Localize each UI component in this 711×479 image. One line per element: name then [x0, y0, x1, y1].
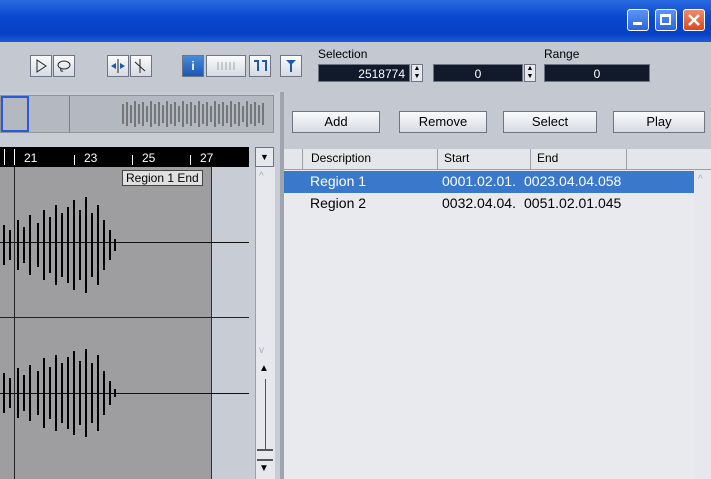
region-start: 0032.04.04.: [442, 195, 516, 211]
waveform-display[interactable]: Region 1 End: [0, 167, 249, 479]
marker-pin-icon: [286, 60, 296, 72]
overview-view-box[interactable]: [1, 96, 29, 132]
column-separator: [626, 149, 627, 169]
ruler-tick-label: 21: [24, 151, 38, 165]
scroll-up-arrow-icon[interactable]: ^: [698, 174, 703, 185]
loop-tool-button[interactable]: [53, 55, 75, 77]
column-separator: [302, 149, 303, 169]
region-description: Region 1: [310, 173, 367, 189]
scroll-down-arrow-icon[interactable]: v: [259, 345, 264, 356]
selection-field[interactable]: 2518774: [318, 64, 410, 82]
waveform-vertical-scrollbar[interactable]: ^ v ▲ ▼: [255, 167, 275, 479]
region-end: 0051.02.01.045: [524, 195, 622, 211]
column-header-start[interactable]: Start: [444, 151, 469, 165]
brackets-tool-button[interactable]: [249, 55, 271, 77]
list-item[interactable]: Region 1 0001.02.01. 0023.04.04.058: [284, 171, 694, 193]
region-end: 0023.04.04.058: [524, 173, 622, 189]
ruler-tick-line: [190, 155, 191, 165]
selection-label: Selection: [318, 47, 368, 61]
close-icon: [688, 14, 700, 26]
column-header-description[interactable]: Description: [311, 151, 371, 165]
overview-waveform: [122, 101, 264, 127]
maximize-icon: [660, 14, 671, 25]
list-header: Description Start End: [284, 149, 711, 170]
minimize-icon: [633, 22, 642, 25]
column-separator: [530, 149, 531, 169]
play-triangle-icon: [36, 59, 47, 73]
ruler-tick-label: 25: [142, 151, 156, 165]
ruler-dropdown-button[interactable]: ▼: [255, 147, 274, 167]
range-field[interactable]: 0: [544, 64, 650, 82]
chevron-down-icon: ▼: [260, 152, 269, 162]
ruler-tick-line: [4, 149, 5, 165]
title-bar: [0, 0, 711, 42]
marker-tool-button[interactable]: [280, 55, 302, 77]
overview-cursor: [69, 96, 70, 132]
minimize-button[interactable]: [627, 9, 649, 31]
region-end-line: [211, 167, 212, 479]
toolbar: i Selection 2518774 ▲ ▼ 0 ▲ ▼ Range 0: [0, 42, 711, 93]
play-button[interactable]: Play: [613, 111, 705, 133]
region-start: 0001.02.01.: [442, 173, 516, 189]
close-button[interactable]: [683, 9, 705, 31]
region-list-pane: Add Remove Select Play Description Start…: [284, 92, 711, 479]
list-item[interactable]: Region 2 0032.04.04. 0051.02.01.045: [284, 193, 694, 215]
zoom-slider-up-icon[interactable]: ▲: [259, 363, 269, 374]
overview-strip[interactable]: [0, 95, 274, 133]
waveform-channel-1: [3, 197, 116, 293]
info-button[interactable]: i: [182, 55, 204, 77]
brackets-icon: [254, 60, 267, 71]
zoom-slider-thumb[interactable]: [257, 449, 273, 461]
timeline-ruler[interactable]: 21 23 25 27: [0, 147, 249, 167]
lasso-icon: [57, 60, 71, 72]
split-tool-button[interactable]: [107, 55, 129, 77]
waveform-channel-2: [3, 349, 116, 437]
select-button[interactable]: Select: [503, 111, 597, 133]
maximize-button[interactable]: [655, 9, 677, 31]
column-separator: [437, 149, 438, 169]
ruler-tick-line: [14, 149, 15, 165]
scroll-up-arrow-icon[interactable]: ^: [259, 171, 264, 182]
region-description: Region 2: [310, 195, 367, 211]
selection-spinner[interactable]: ▲ ▼: [411, 64, 423, 82]
grid-icon: [217, 62, 235, 70]
column-header-end[interactable]: End: [537, 151, 558, 165]
play-tool-button[interactable]: [30, 55, 52, 77]
range-label: Range: [544, 47, 580, 61]
zoom-slider-down-icon[interactable]: ▼: [259, 463, 269, 474]
offset-field[interactable]: 0: [433, 64, 523, 82]
region-end-marker: Region 1 End: [122, 170, 203, 186]
offset-spinner[interactable]: ▲ ▼: [524, 64, 536, 82]
channel-divider: [0, 317, 249, 318]
waveform-pane: 21 23 25 27 ▼ Region 1 End ^ v ▲ ▼: [0, 92, 280, 479]
split-arrows-icon: [111, 59, 125, 73]
ruler-tick-label: 23: [84, 151, 98, 165]
info-icon: i: [191, 59, 195, 73]
zoom-slider-track[interactable]: [265, 379, 266, 449]
ruler-tick-label: 27: [200, 151, 214, 165]
ruler-tick-line: [74, 155, 75, 165]
trim-tool-button[interactable]: [130, 55, 152, 77]
ruler-tick-line: [132, 155, 133, 165]
remove-button[interactable]: Remove: [399, 111, 487, 133]
snap-grid-button[interactable]: [206, 55, 246, 77]
add-button[interactable]: Add: [292, 111, 380, 133]
trim-icon: [134, 59, 146, 73]
region-list: Region 1 0001.02.01. 0023.04.04.058 Regi…: [284, 170, 694, 479]
list-vertical-scrollbar[interactable]: ^: [694, 170, 711, 479]
